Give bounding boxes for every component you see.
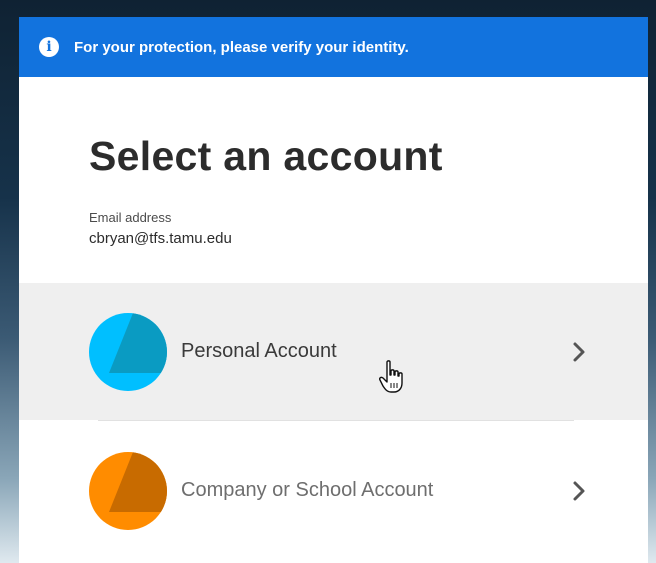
banner-text: For your protection, please verify your … [74,38,409,56]
protection-banner: i For your protection, please verify you… [19,17,648,77]
company-account-label: Company or School Account [181,479,434,501]
email-value: cbryan@tfs.tamu.edu [89,230,232,247]
company-account-avatar-icon [89,451,167,530]
email-label: Email address [89,210,172,225]
company-account-option[interactable]: Company or School Account [19,422,648,559]
hand-cursor-icon [379,360,403,393]
header-section: Select an account Email address cbryan@t… [19,77,648,247]
info-icon: i [39,37,59,57]
chevron-right-icon [573,342,585,361]
personal-account-label: Personal Account [181,340,337,362]
chevron-right-icon [573,481,585,500]
row-divider [98,420,574,421]
account-picker-card: i For your protection, please verify you… [19,17,648,563]
page-title: Select an account [89,133,443,179]
personal-account-avatar-icon [89,312,167,391]
personal-account-option[interactable]: Personal Account [19,283,648,420]
